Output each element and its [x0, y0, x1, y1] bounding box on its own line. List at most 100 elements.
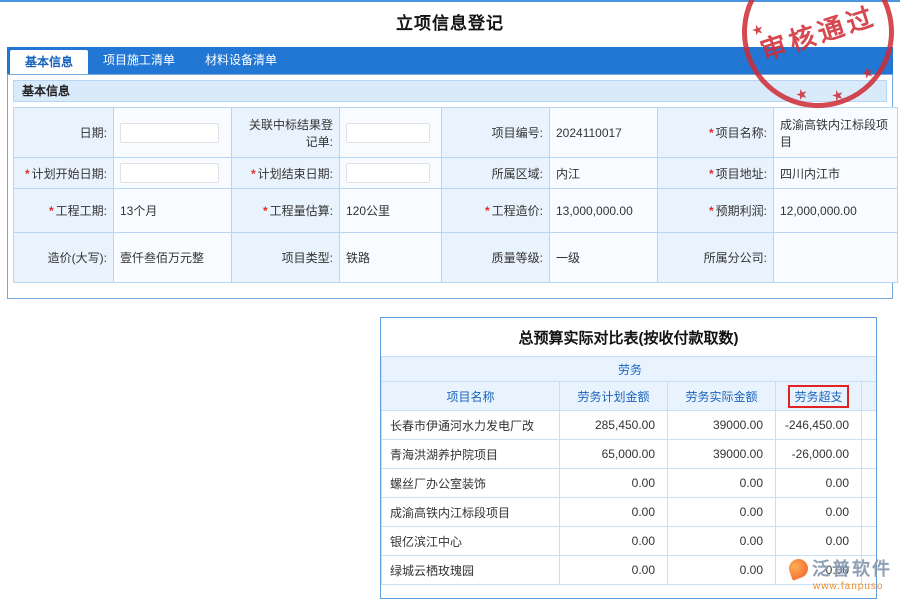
label-text: 项目类型:: [282, 251, 333, 265]
label-plan-end-date: *计划结束日期:: [232, 158, 340, 189]
label-text: 项目名称:: [716, 126, 767, 140]
field-related-bid-result[interactable]: [340, 108, 442, 158]
overspend-cell: 0.00: [776, 498, 862, 527]
actual-amount-link[interactable]: 0.00: [668, 498, 776, 527]
plan-amount-cell: 0.00: [560, 498, 668, 527]
col-header-labor-plan: 劳务计划金额: [560, 382, 668, 411]
form-row: 造价(大写): 壹仟叁佰万元整 项目类型: 铁路 质量等级: 一级 所属分公司:: [14, 233, 898, 283]
field-cost-in-words[interactable]: 壹仟叁佰万元整: [114, 233, 232, 283]
budget-table-title: 总预算实际对比表(按收付款取数): [381, 318, 876, 356]
required-mark: *: [25, 167, 30, 181]
required-mark: *: [263, 204, 268, 218]
table-row: 长春市伊通河水力发电厂改 285,450.00 39000.00 -246,45…: [382, 411, 878, 440]
label-text: 关联中标结果登记单:: [249, 118, 333, 149]
label-related-bid-result: 关联中标结果登记单:: [232, 108, 340, 158]
field-quality-grade[interactable]: 一级: [550, 233, 658, 283]
project-name-link[interactable]: 长春市伊通河水力发电厂改: [382, 411, 560, 440]
form-row: *工程工期: 13个月 *工程量估算: 120公里 *工程造价: 13,000,…: [14, 189, 898, 233]
table-row: 青海洪湖养护院项目 65,000.00 39000.00 -26,000.00: [382, 440, 878, 469]
label-text: 工程工期:: [56, 204, 107, 218]
required-mark: *: [251, 167, 256, 181]
required-mark: *: [485, 204, 490, 218]
label-text: 预期利润:: [716, 204, 767, 218]
label-text: 造价(大写):: [48, 251, 107, 265]
top-divider: [0, 0, 900, 2]
clipped-cell: [862, 527, 878, 556]
label-text: 项目编号:: [492, 126, 543, 140]
required-mark: *: [709, 126, 714, 140]
actual-amount-link[interactable]: 39000.00: [668, 411, 776, 440]
vendor-watermark: 泛普软件 www.fanpuso: [789, 555, 892, 592]
fanpu-logo-icon: [786, 556, 810, 580]
clipped-cell: [862, 498, 878, 527]
field-plan-end-date[interactable]: [340, 158, 442, 189]
field-project-address[interactable]: 四川内江市: [774, 158, 898, 189]
label-project-cost: *工程造价:: [442, 189, 550, 233]
label-construction-period: *工程工期:: [14, 189, 114, 233]
plan-end-date-input[interactable]: [346, 163, 430, 183]
label-text: 工程量估算:: [270, 204, 333, 218]
project-name-link[interactable]: 青海洪湖养护院项目: [382, 440, 560, 469]
field-quantity-estimate[interactable]: 120公里: [340, 189, 442, 233]
vendor-url-text: www.fanpuso: [813, 581, 892, 592]
clipped-cell: [862, 440, 878, 469]
col-header-labor-overspend[interactable]: 劳务超支: [776, 382, 862, 411]
actual-amount-link[interactable]: 39000.00: [668, 440, 776, 469]
col-header-project-name: 项目名称: [382, 382, 560, 411]
project-name-link[interactable]: 成渝高铁内江标段项目: [382, 498, 560, 527]
group-header-row: 劳务: [382, 357, 878, 382]
field-expected-profit[interactable]: 12,000,000.00: [774, 189, 898, 233]
field-plan-start-date[interactable]: [114, 158, 232, 189]
field-project-code[interactable]: 2024110017: [550, 108, 658, 158]
overspend-header-highlight[interactable]: 劳务超支: [788, 385, 848, 408]
date-input[interactable]: [120, 123, 219, 143]
overspend-cell: 0.00: [776, 469, 862, 498]
plan-start-date-input[interactable]: [120, 163, 219, 183]
column-header-row: 项目名称 劳务计划金额 劳务实际金额 劳务超支: [382, 382, 878, 411]
page-title: 立项信息登记: [0, 9, 900, 34]
label-text: 所属分公司:: [704, 251, 767, 265]
field-project-type[interactable]: 铁路: [340, 233, 442, 283]
actual-amount-link[interactable]: 0.00: [668, 469, 776, 498]
overspend-cell: -26,000.00: [776, 440, 862, 469]
tab-material-equipment-list[interactable]: 材料设备清单: [190, 47, 292, 74]
form-row: 日期: 关联中标结果登记单: 项目编号: 2024110017 *项目名称: 成…: [14, 108, 898, 158]
table-row: 银亿滨江中心 0.00 0.00 0.00: [382, 527, 878, 556]
related-bid-result-input[interactable]: [346, 123, 430, 143]
field-date[interactable]: [114, 108, 232, 158]
project-registration-page: 立项信息登记 基本信息 项目施工清单 材料设备清单 基本信息 日期: 关联中标结…: [0, 0, 900, 600]
label-cost-in-words: 造价(大写):: [14, 233, 114, 283]
clipped-cell: [862, 411, 878, 440]
overspend-cell: 0.00: [776, 527, 862, 556]
basic-info-form-table: 日期: 关联中标结果登记单: 项目编号: 2024110017 *项目名称: 成…: [13, 107, 898, 283]
plan-amount-cell: 0.00: [560, 556, 668, 585]
tab-construction-list[interactable]: 项目施工清单: [88, 47, 190, 74]
project-name-link[interactable]: 绿城云栖玫瑰园: [382, 556, 560, 585]
label-project-type: 项目类型:: [232, 233, 340, 283]
clipped-cell: [862, 469, 878, 498]
label-text: 所属区域:: [492, 167, 543, 181]
field-construction-period[interactable]: 13个月: [114, 189, 232, 233]
field-region[interactable]: 内江: [550, 158, 658, 189]
label-expected-profit: *预期利润:: [658, 189, 774, 233]
label-plan-start-date: *计划开始日期:: [14, 158, 114, 189]
tab-basic-info[interactable]: 基本信息: [10, 50, 88, 74]
basic-info-panel: 基本信息 日期: 关联中标结果登记单: 项目编号: 2024110017 *项目…: [7, 74, 893, 299]
project-name-link[interactable]: 螺丝厂办公室装饰: [382, 469, 560, 498]
label-project-code: 项目编号:: [442, 108, 550, 158]
field-branch-company[interactable]: [774, 233, 898, 283]
table-row: 成渝高铁内江标段项目 0.00 0.00 0.00: [382, 498, 878, 527]
field-project-name[interactable]: 成渝高铁内江标段项目: [774, 108, 898, 158]
field-project-cost[interactable]: 13,000,000.00: [550, 189, 658, 233]
tab-bar: 基本信息 项目施工清单 材料设备清单: [7, 47, 893, 74]
required-mark: *: [49, 204, 54, 218]
required-mark: *: [709, 204, 714, 218]
label-text: 工程造价:: [492, 204, 543, 218]
label-text: 项目地址:: [716, 167, 767, 181]
actual-amount-link[interactable]: 0.00: [668, 556, 776, 585]
actual-amount-link[interactable]: 0.00: [668, 527, 776, 556]
label-text: 计划结束日期:: [258, 167, 333, 181]
col-header-labor-actual: 劳务实际金额: [668, 382, 776, 411]
label-text: 日期:: [80, 126, 107, 140]
project-name-link[interactable]: 银亿滨江中心: [382, 527, 560, 556]
